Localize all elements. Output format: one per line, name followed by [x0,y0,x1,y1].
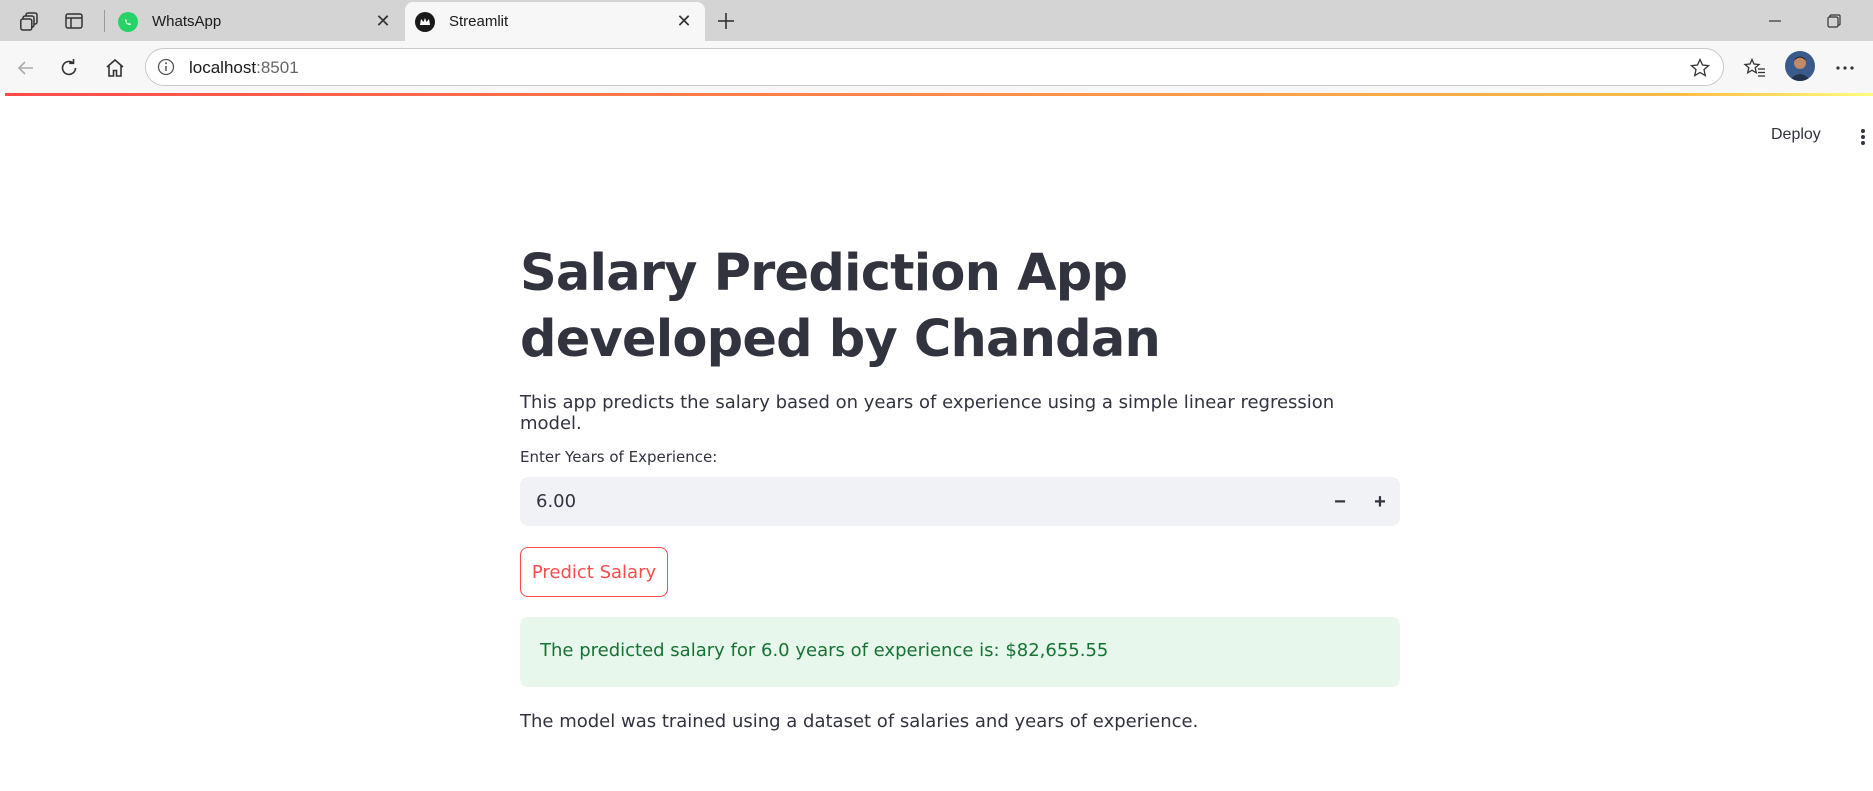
address-bar[interactable]: localhost:8501 [145,48,1724,86]
restore-window-icon[interactable] [1819,8,1849,34]
page-title: Salary Prediction App developed by Chand… [520,244,1161,369]
vertical-tabs-icon[interactable] [61,8,87,34]
favorites-list-icon[interactable] [1741,54,1769,82]
url-host: localhost [189,58,257,77]
increment-button[interactable]: + [1365,487,1395,517]
predict-salary-button[interactable]: Predict Salary [520,547,668,597]
tab-title: WhatsApp [152,13,222,30]
new-tab-plus-icon[interactable] [713,8,739,34]
tab-whatsapp[interactable]: WhatsApp ✕ [108,2,404,41]
experience-value[interactable]: 6.00 [536,491,576,512]
favorite-star-icon[interactable] [1689,57,1711,79]
site-info-icon[interactable] [157,58,175,76]
streamlit-crown-icon [415,11,435,32]
url-text[interactable]: localhost:8501 [189,58,299,78]
main-menu-kebab-icon[interactable] [1858,126,1868,148]
success-alert: The predicted salary for 6.0 years of ex… [520,617,1400,687]
tab-separator [104,10,105,32]
prediction-result-text: The predicted salary for 6.0 years of ex… [540,640,1109,661]
experience-number-input[interactable]: 6.00 − + [520,477,1400,526]
app-description: This app predicts the salary based on ye… [520,392,1335,434]
model-info-text: The model was trained using a dataset of… [520,711,1199,732]
header-decoration-bar [5,93,1873,96]
tab-streamlit[interactable]: Streamlit ✕ [405,2,705,41]
workspaces-icon[interactable] [17,8,43,34]
back-arrow-icon[interactable] [12,54,40,82]
minimize-icon[interactable] [1760,8,1790,34]
home-icon[interactable] [101,54,129,82]
whatsapp-icon [118,11,138,32]
tab-title: Streamlit [449,13,509,30]
experience-input-label: Enter Years of Experience: [520,448,718,466]
close-tab-icon[interactable]: ✕ [372,11,394,33]
profile-avatar[interactable] [1785,51,1815,81]
browser-tab-bar: WhatsApp ✕ Streamlit ✕ [0,0,1873,41]
streamlit-page: Deploy Salary Prediction App developed b… [5,93,1873,791]
refresh-icon[interactable] [55,54,83,82]
url-port: :8501 [256,58,299,77]
more-options-icon[interactable] [1831,54,1859,82]
close-tab-icon[interactable]: ✕ [673,11,695,33]
decrement-button[interactable]: − [1325,487,1355,517]
browser-toolbar: localhost:8501 [0,41,1873,93]
deploy-button[interactable]: Deploy [1771,126,1821,144]
